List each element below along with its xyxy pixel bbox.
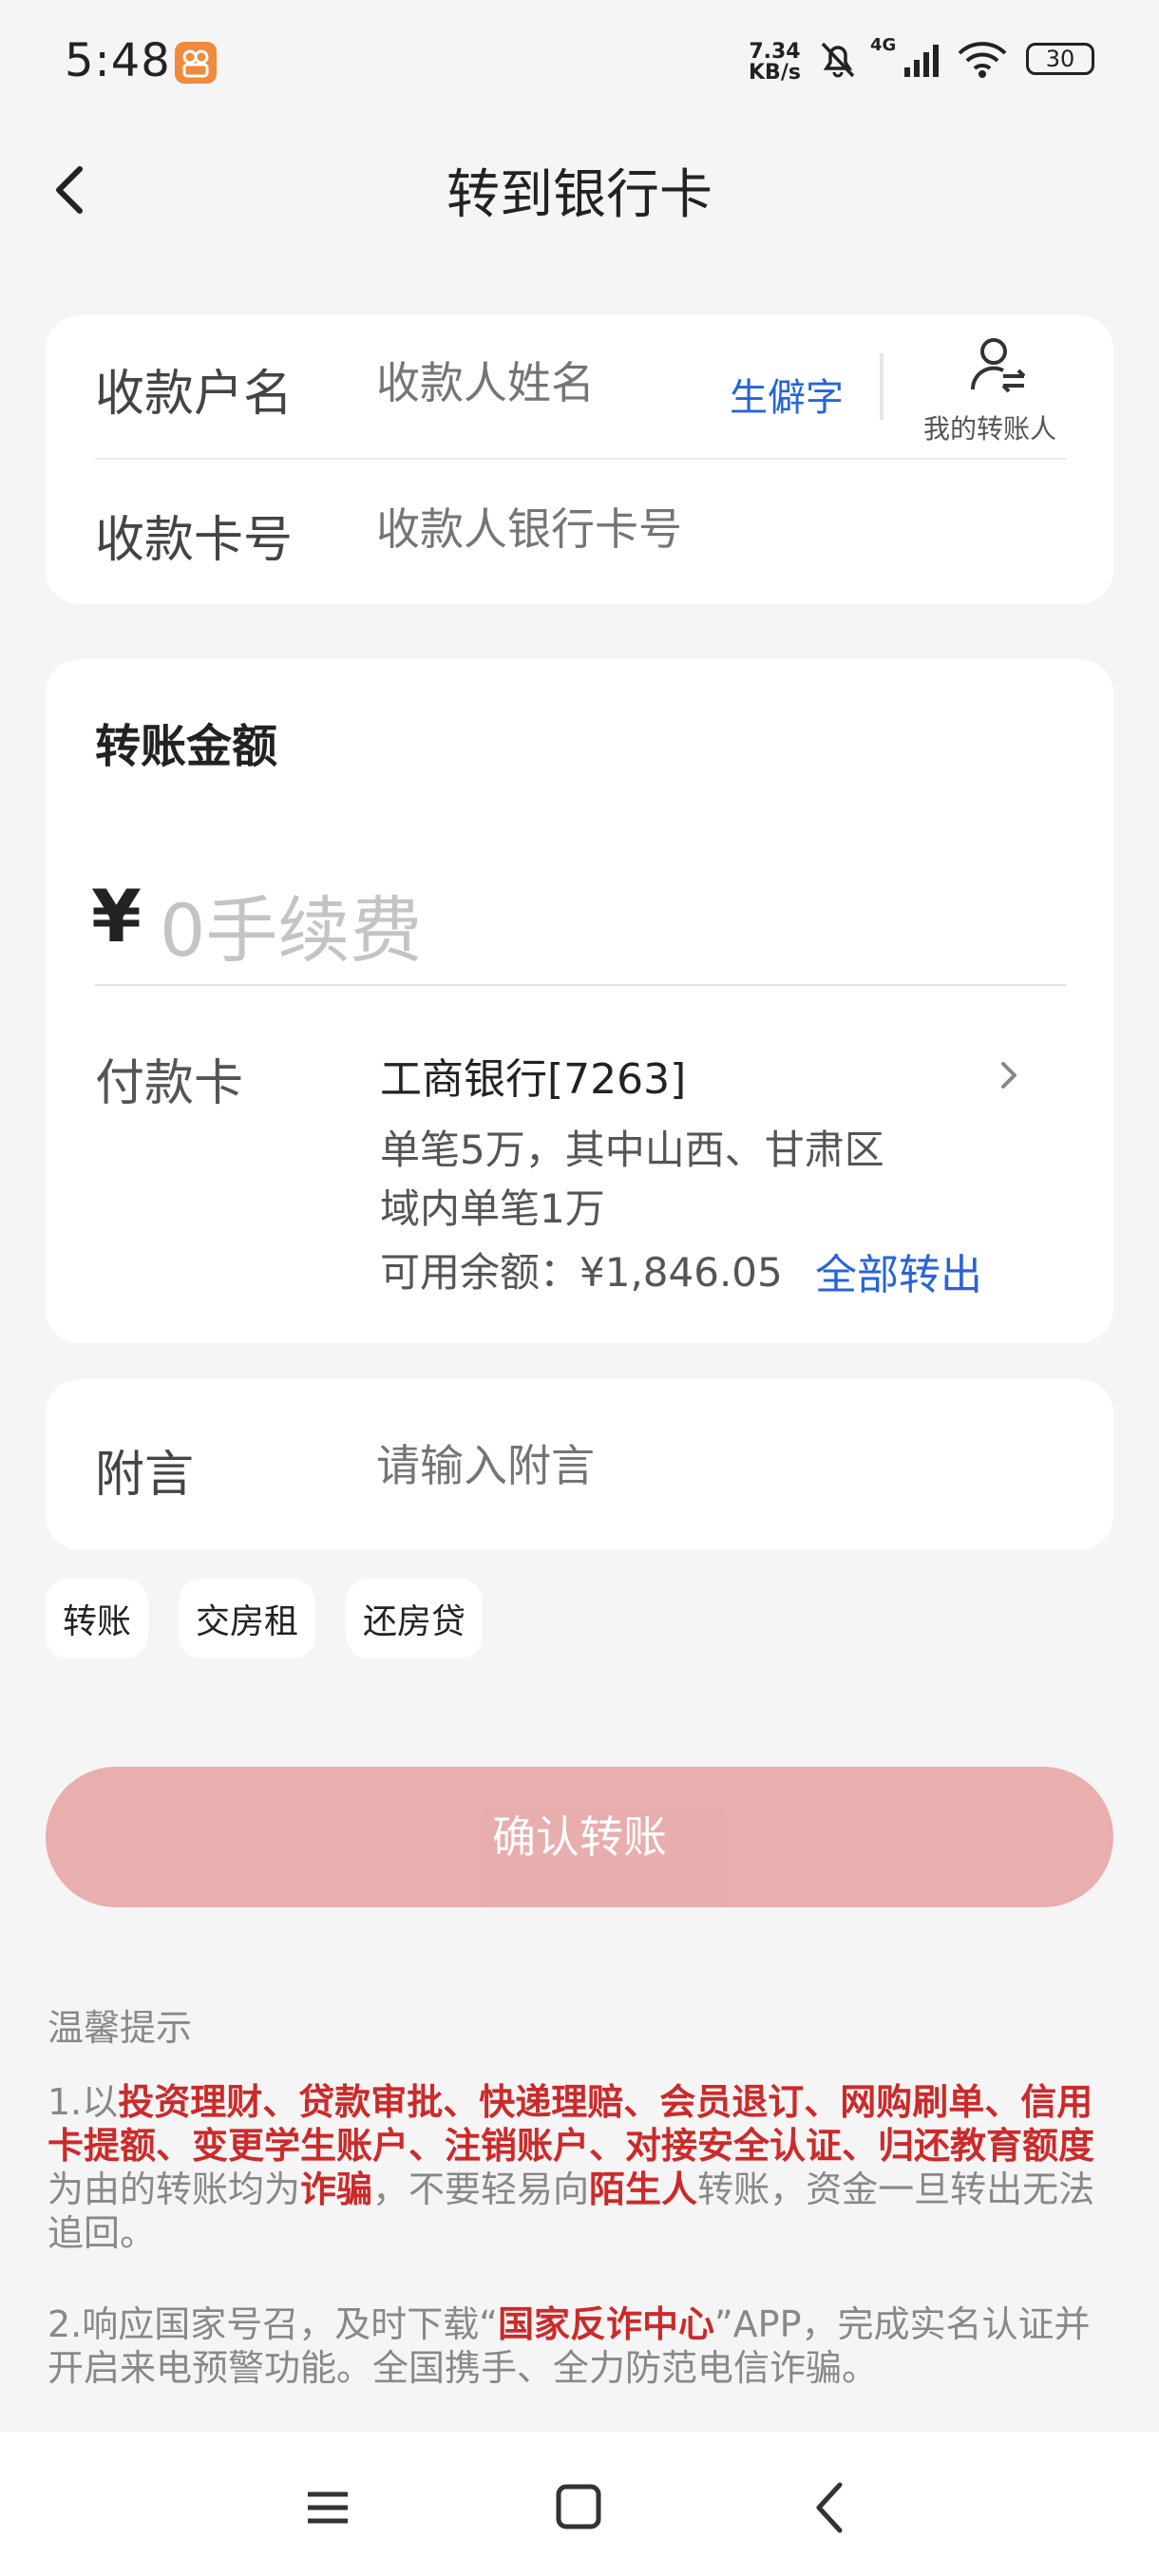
memo-input[interactable] bbox=[376, 1440, 1041, 1491]
amount-input[interactable]: 0手续费 bbox=[160, 872, 422, 976]
contact-transfer-icon[interactable] bbox=[965, 334, 1032, 395]
card-number-input[interactable] bbox=[376, 503, 1041, 555]
currency-symbol: ¥ bbox=[91, 874, 142, 958]
tips-title: 温馨提示 bbox=[48, 2007, 193, 2049]
tip-2: 2.响应国家号召，及时下载“国家反诈中心”APP，完成实名认证并开启来电预警功能… bbox=[48, 2303, 1091, 2389]
divider bbox=[95, 458, 1066, 460]
chevron-right-icon[interactable] bbox=[996, 1054, 1024, 1096]
menu-icon bbox=[308, 2491, 348, 2524]
memo-chip[interactable]: 转账 bbox=[46, 1579, 149, 1658]
chevron-left-icon bbox=[56, 166, 83, 214]
bell-off-icon bbox=[821, 42, 855, 78]
back-arrow-icon bbox=[816, 2482, 843, 2533]
home-nav-button[interactable] bbox=[536, 2470, 621, 2546]
memo-chip[interactable]: 还房贷 bbox=[346, 1579, 484, 1658]
payee-name-label: 收款户名 bbox=[95, 366, 294, 423]
my-payees-label[interactable]: 我的转账人 bbox=[923, 408, 1056, 446]
confirm-transfer-button[interactable]: 确认转账 bbox=[46, 1767, 1113, 1907]
status-time: 5:48 bbox=[65, 34, 171, 87]
page-title: 转到银行卡 bbox=[446, 164, 712, 226]
divider bbox=[880, 353, 884, 420]
rare-char-button[interactable]: 生僻字 bbox=[730, 367, 844, 422]
back-nav-button[interactable] bbox=[788, 2470, 874, 2546]
available-balance: 可用余额：¥1,846.05 bbox=[380, 1249, 783, 1296]
menu-nav-button[interactable] bbox=[285, 2470, 370, 2546]
memo-label: 附言 bbox=[95, 1447, 195, 1504]
memo-chips: 转账 交房租 还房贷 bbox=[46, 1579, 484, 1658]
divider bbox=[95, 984, 1066, 986]
pay-card-label: 付款卡 bbox=[95, 1055, 244, 1112]
transfer-all-button[interactable]: 全部转出 bbox=[815, 1241, 982, 1301]
app-notification-icon bbox=[175, 42, 217, 84]
memo-chip[interactable]: 交房租 bbox=[179, 1579, 316, 1658]
battery-indicator: 30 bbox=[1026, 43, 1094, 75]
amount-title: 转账金额 bbox=[95, 720, 278, 773]
wifi-icon bbox=[958, 42, 1007, 78]
payee-name-input[interactable] bbox=[376, 357, 699, 408]
square-icon bbox=[556, 2484, 601, 2529]
limit-text: 单笔5万，其中山西、甘肃区域内单笔1万 bbox=[380, 1127, 884, 1232]
card-number-label: 收款卡号 bbox=[95, 512, 294, 569]
signal-icon: 4G bbox=[870, 35, 939, 77]
network-speed: 7.34 KB/s bbox=[749, 40, 801, 85]
back-button[interactable] bbox=[38, 152, 104, 228]
pay-card-selector[interactable]: 工商银行[7263] bbox=[380, 1045, 686, 1106]
tip-1: 1.以投资理财、贷款审批、快递理赔、会员退订、网购刷单、信用卡提额、变更学生账户… bbox=[48, 2081, 1095, 2254]
status-icons: 4G 30 bbox=[817, 35, 1094, 80]
